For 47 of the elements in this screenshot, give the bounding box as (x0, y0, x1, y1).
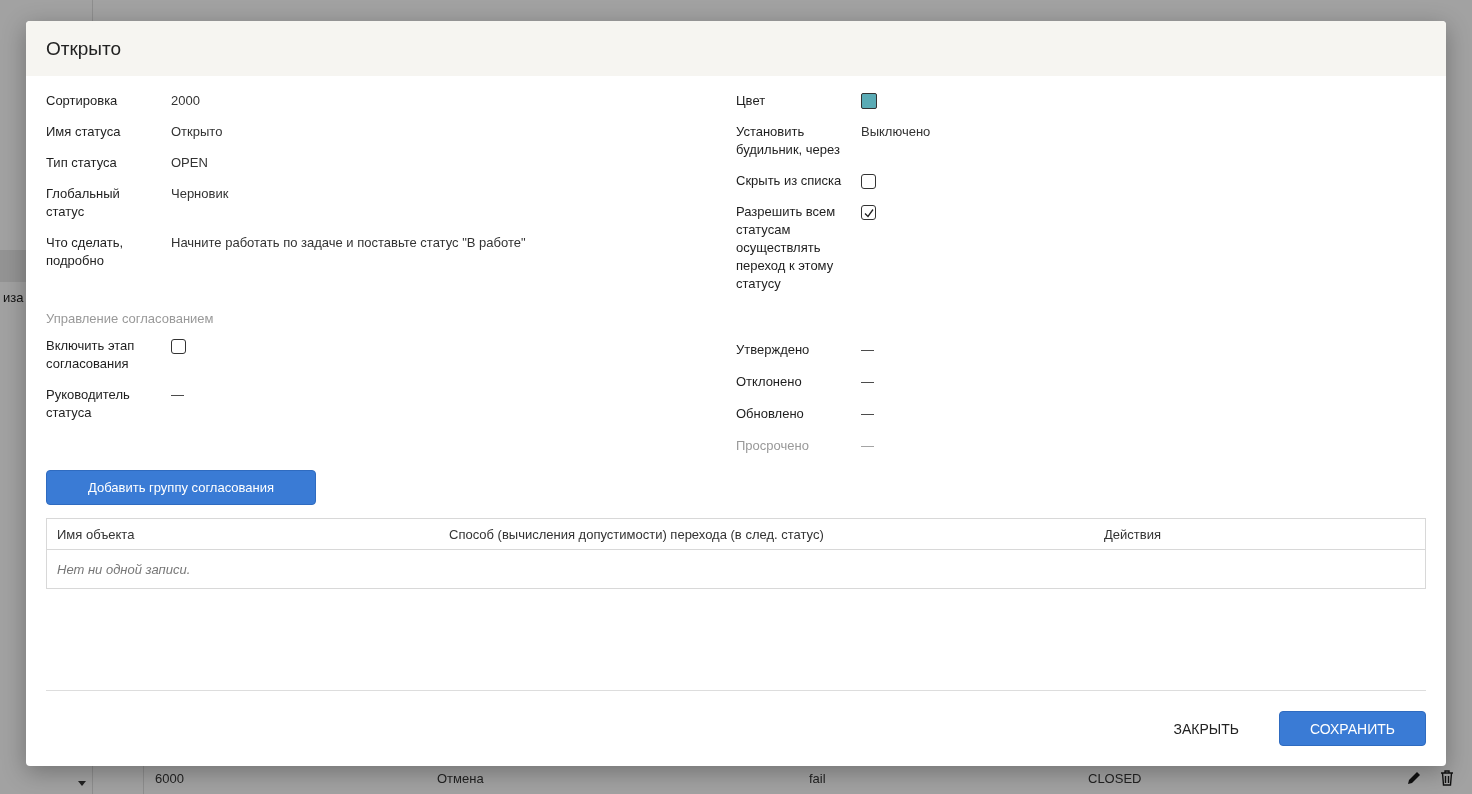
field-label: Установить будильник, через (736, 123, 841, 159)
field-value: Черновик (171, 185, 229, 203)
table-cell-text: fail (809, 770, 827, 786)
table-cell-text: Отмена (437, 770, 485, 786)
color-swatch[interactable] (861, 93, 877, 109)
field-value: Выключено (861, 123, 931, 141)
field-value: — (861, 405, 874, 423)
sidebar-text: иза (3, 290, 24, 305)
field-value: OPEN (171, 154, 208, 172)
field-label: Скрыть из списка (736, 172, 843, 190)
field-label: Сортировка (46, 92, 119, 110)
checkbox[interactable] (861, 205, 876, 220)
field-label: Имя статуса (46, 123, 122, 141)
field-value: — (861, 373, 874, 391)
column-header: Имя объекта (56, 526, 136, 542)
table-cell-text: CLOSED (1088, 770, 1143, 786)
column-header: Действия (1104, 526, 1162, 542)
pencil-icon[interactable] (1406, 770, 1422, 786)
field-label: Отклонено (736, 373, 803, 391)
caret-icon[interactable] (78, 781, 86, 786)
field-value: — (861, 437, 874, 455)
section-heading: Управление согласованием (46, 311, 215, 326)
field-label: Что сделать, подробно (46, 234, 125, 270)
field-value: — (861, 341, 874, 359)
checkbox[interactable] (861, 174, 876, 189)
field-value: 2000 (171, 92, 200, 110)
column-header: Способ (вычисления допустимости) перехода (в след. статус) (449, 526, 825, 542)
empty-message: Нет ни одной записи. (57, 561, 191, 577)
field-label: Цвет (736, 92, 767, 110)
field-label: Обновлено (736, 405, 805, 423)
table-cell-text: 6000 (155, 770, 185, 786)
field-label: Включить этап согласования (46, 337, 136, 373)
field-value: Начните работать по задаче и поставьте статус "В работе" (171, 234, 526, 252)
field-label: Утверждено (736, 341, 811, 359)
field-label: Глобальный статус (46, 185, 121, 221)
close-button[interactable]: ЗАКРЫТЬ (1151, 711, 1261, 746)
field-value: — (171, 386, 184, 404)
field-value: Открыто (171, 123, 223, 141)
add-group-button[interactable]: Добавить группу согласования (46, 470, 316, 505)
checkbox[interactable] (171, 339, 186, 354)
field-label: Руководитель статуса (46, 386, 131, 422)
dialog-title: Открыто (46, 37, 122, 60)
field-label: Разрешить всем статусам осуществлять переход к этому статусу (736, 203, 837, 293)
trash-icon[interactable] (1440, 770, 1454, 786)
save-button[interactable]: СОХРАНИТЬ (1279, 711, 1426, 746)
field-label: Просрочено (736, 437, 810, 455)
field-label: Тип статуса (46, 154, 118, 172)
